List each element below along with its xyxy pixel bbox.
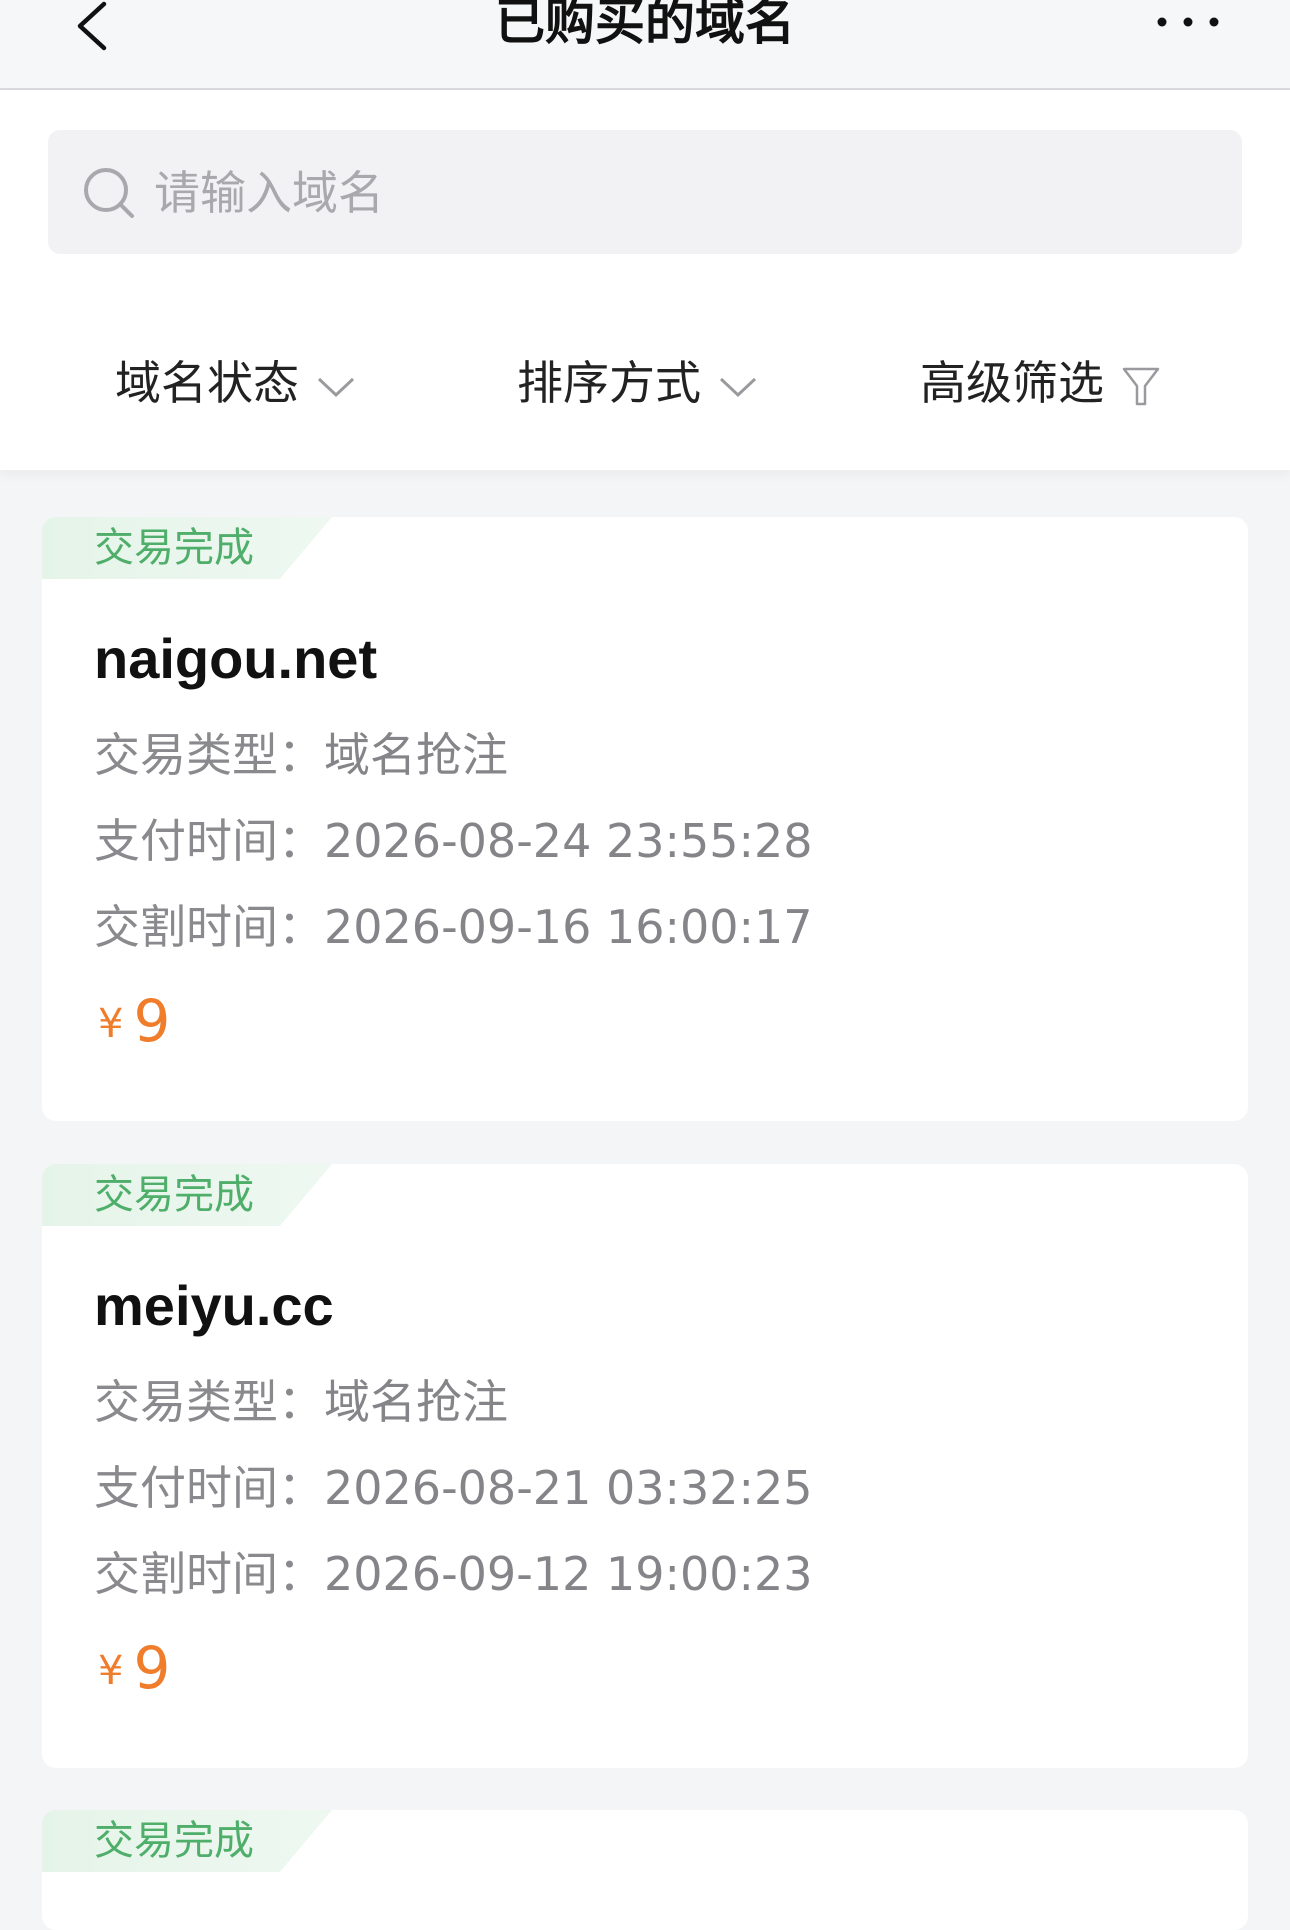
pay-time-row: 支付时间：2026-08-24 23:55:28 (94, 811, 813, 871)
delivery-time-label: 交割时间： (94, 1547, 324, 1601)
chevron-down-icon (719, 377, 757, 398)
status-text: 交易完成 (94, 1172, 254, 1218)
chevron-down-icon (317, 377, 355, 398)
status-text: 交易完成 (94, 1818, 254, 1864)
search-filter-panel: 域名状态 排序方式 高级筛选 (0, 90, 1290, 470)
filter-label: 高级筛选 (920, 356, 1104, 410)
trade-type-label: 交易类型： (94, 728, 324, 782)
price-amount: 9 (133, 1634, 171, 1702)
order-card[interactable]: 交易完成 naigou.net 交易类型：域名抢注 支付时间：2026-08-2… (42, 517, 1248, 1121)
funnel-icon (1122, 367, 1160, 406)
order-card[interactable]: 交易完成 (42, 1810, 1248, 1930)
search-input[interactable] (152, 152, 1216, 234)
trade-type-row: 交易类型：域名抢注 (94, 725, 508, 785)
page-title: 已购买的域名 (495, 0, 795, 51)
filter-sort[interactable]: 排序方式 (517, 340, 757, 420)
filter-label: 排序方式 (517, 356, 701, 410)
delivery-time-row: 交割时间：2026-09-12 19:00:23 (94, 1544, 813, 1604)
delivery-time-row: 交割时间：2026-09-16 16:00:17 (94, 897, 813, 957)
pay-time-value: 2026-08-24 23:55:28 (324, 814, 813, 868)
price-amount: 9 (133, 987, 171, 1055)
order-card[interactable]: 交易完成 meiyu.cc 交易类型：域名抢注 支付时间：2026-08-21 … (42, 1164, 1248, 1768)
pay-time-value: 2026-08-21 03:32:25 (324, 1461, 813, 1515)
delivery-time-value: 2026-09-16 16:00:17 (324, 900, 813, 954)
currency-symbol: ¥ (98, 1648, 124, 1694)
trade-type-label: 交易类型： (94, 1375, 324, 1429)
price: ¥9 (98, 1634, 170, 1702)
domain-name: meiyu.cc (94, 1274, 334, 1337)
search-box[interactable] (48, 130, 1242, 254)
price: ¥9 (98, 987, 170, 1055)
filter-label: 域名状态 (115, 356, 299, 410)
delivery-time-label: 交割时间： (94, 900, 324, 954)
filter-domain-status[interactable]: 域名状态 (115, 340, 355, 420)
pay-time-label: 支付时间： (94, 814, 324, 868)
status-text: 交易完成 (94, 525, 254, 571)
delivery-time-value: 2026-09-12 19:00:23 (324, 1547, 813, 1601)
ellipsis-icon[interactable] (1150, 6, 1230, 36)
trade-type-row: 交易类型：域名抢注 (94, 1372, 508, 1432)
filter-advanced[interactable]: 高级筛选 (920, 340, 1160, 420)
pay-time-row: 支付时间：2026-08-21 03:32:25 (94, 1458, 813, 1518)
nav-bar: 已购买的域名 (0, 0, 1290, 90)
filter-bar: 域名状态 排序方式 高级筛选 (0, 340, 1290, 420)
currency-symbol: ¥ (98, 1001, 124, 1047)
trade-type-value: 域名抢注 (324, 1375, 508, 1429)
domain-name: naigou.net (94, 627, 378, 690)
trade-type-value: 域名抢注 (324, 728, 508, 782)
pay-time-label: 支付时间： (94, 1461, 324, 1515)
search-icon (84, 168, 134, 218)
